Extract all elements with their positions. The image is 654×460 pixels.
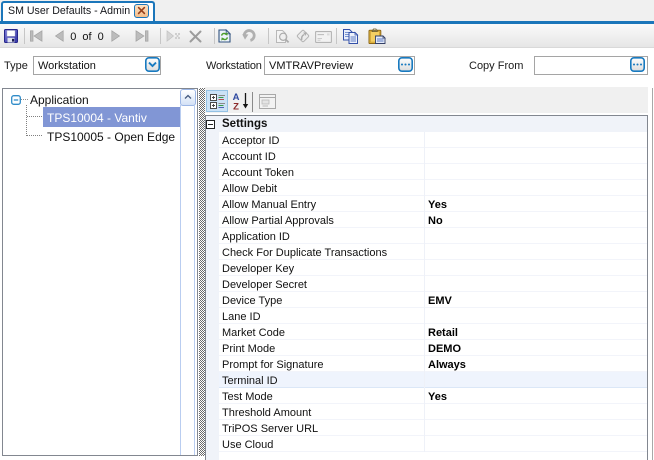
svg-text:Z: Z [233, 102, 239, 112]
